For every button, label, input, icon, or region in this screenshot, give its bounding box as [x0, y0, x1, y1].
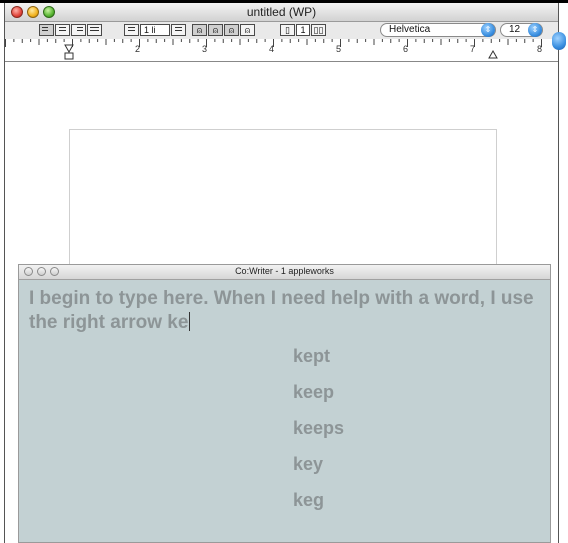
ruler-number: 4 [269, 44, 275, 54]
spacing-down-icon [128, 27, 135, 33]
font-size-value: 12 [509, 24, 521, 35]
word-prediction-list: kept keep keeps key keg [293, 343, 344, 523]
popup-arrows-icon: ⇕ [481, 23, 495, 37]
prediction-item[interactable]: keep [293, 379, 344, 415]
font-name: Helvetica [389, 24, 431, 35]
align-left-button[interactable] [39, 24, 54, 36]
font-size-popup[interactable]: 12 ⇕ [500, 23, 543, 37]
prediction-item[interactable]: key [293, 451, 344, 487]
cowriter-window: Co:Writer - 1 appleworks I begin to type… [18, 264, 551, 543]
alignment-group [39, 24, 102, 36]
align-justify-button[interactable] [87, 24, 102, 36]
ruler-number: 3 [202, 44, 208, 54]
scrollbar-thumb[interactable] [552, 32, 566, 50]
ruler-number: 8 [537, 44, 543, 54]
columns-group: ▯ 1 ▯▯ [280, 24, 326, 36]
align-justify-icon [90, 27, 99, 33]
text-caret [189, 312, 191, 331]
ruler-number: 5 [336, 44, 342, 54]
first-line-indent-marker [64, 44, 74, 54]
more-columns-button[interactable]: ▯▯ [311, 24, 326, 36]
column-plus-icon: ▯▯ [313, 25, 324, 35]
ruler-number: 7 [470, 44, 476, 54]
popup-arrows-icon: ⇕ [528, 23, 542, 37]
cowriter-titlebar[interactable]: Co:Writer - 1 appleworks [19, 265, 550, 280]
decimal-tab-button[interactable]: ⍝ [240, 24, 255, 36]
prediction-item[interactable]: kept [293, 343, 344, 379]
columns-field[interactable]: 1 [296, 24, 310, 36]
ruler-ticks [5, 39, 542, 60]
prediction-item[interactable]: keeps [293, 415, 344, 451]
right-indent-marker [488, 49, 498, 59]
line-spacing-field[interactable]: 1 li [140, 24, 170, 36]
cowriter-title: Co:Writer - 1 appleworks [235, 266, 334, 276]
center-tab-icon: ⍝ [212, 25, 219, 35]
decrease-spacing-button[interactable] [124, 24, 139, 36]
align-right-icon [77, 27, 83, 33]
typed-text: I begin to type here. When I need help w… [29, 288, 534, 333]
right-tab-button[interactable]: ⍝ [224, 24, 239, 36]
document-titlebar[interactable]: untitled (WP) [5, 3, 558, 22]
left-tab-button[interactable]: ⍝ [192, 24, 207, 36]
spacing-up-icon [175, 27, 182, 33]
document-title: untitled (WP) [246, 5, 317, 19]
tab-stop-group: ⍝ ⍝ ⍝ ⍝ [192, 24, 255, 36]
spacing-group: 1 li [124, 24, 186, 36]
left-indent-marker [64, 52, 74, 60]
ruler-number: 6 [403, 44, 409, 54]
prediction-item[interactable]: keg [293, 487, 344, 523]
align-right-button[interactable] [71, 24, 86, 36]
ruler[interactable]: 2 3 4 5 6 7 8 [5, 39, 558, 62]
format-toolbar: 1 li ⍝ ⍝ ⍝ ⍝ ▯ 1 ▯▯ Helvetica ⇕ 12 ⇕ [5, 22, 558, 39]
align-center-icon [59, 27, 66, 33]
align-left-icon [42, 27, 48, 33]
fewer-columns-button[interactable]: ▯ [280, 24, 295, 36]
center-tab-button[interactable]: ⍝ [208, 24, 223, 36]
align-center-button[interactable] [55, 24, 70, 36]
increase-spacing-button[interactable] [171, 24, 186, 36]
cowriter-typed-text[interactable]: I begin to type here. When I need help w… [29, 287, 539, 335]
right-tab-icon: ⍝ [228, 25, 235, 35]
left-tab-icon: ⍝ [196, 25, 203, 35]
ruler-number: 2 [135, 44, 141, 54]
decimal-tab-icon: ⍝ [244, 25, 251, 35]
font-popup[interactable]: Helvetica ⇕ [380, 23, 496, 37]
column-minus-icon: ▯ [285, 25, 290, 35]
